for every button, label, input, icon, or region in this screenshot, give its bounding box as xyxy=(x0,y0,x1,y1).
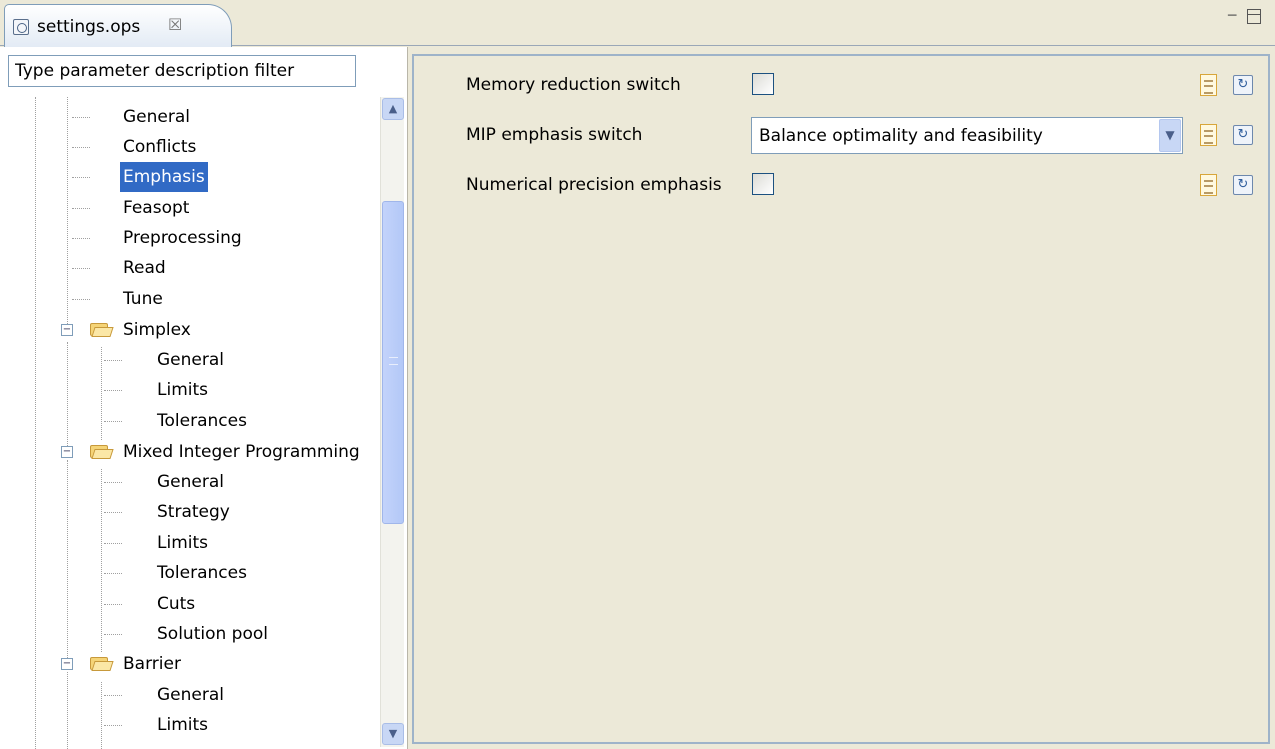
tree-item-conflicts[interactable]: Conflicts xyxy=(123,132,196,162)
tree-item-simplex-general[interactable]: General xyxy=(157,345,224,375)
tree-item-feasopt[interactable]: Feasopt xyxy=(123,193,189,223)
tree-item-mip-limits[interactable]: Limits xyxy=(157,528,208,558)
numerical-precision-checkbox[interactable] xyxy=(752,173,774,195)
collapse-toggle-barrier[interactable]: − xyxy=(61,658,73,670)
tree-scrollbar[interactable]: ▲ ▼ xyxy=(380,97,404,747)
scroll-up-button[interactable]: ▲ xyxy=(382,98,404,120)
tree-connector xyxy=(104,725,122,726)
tree-connector xyxy=(72,208,90,209)
doc-help-icon[interactable] xyxy=(1200,124,1217,146)
maximize-icon[interactable] xyxy=(1247,9,1261,24)
filter-input[interactable] xyxy=(8,55,356,87)
numerical-precision-label: Numerical precision emphasis xyxy=(466,175,722,195)
tree-connector xyxy=(72,238,90,239)
tree-connector xyxy=(104,634,122,635)
tree-item-general[interactable]: General xyxy=(123,102,190,132)
tree-item-preprocessing[interactable]: Preprocessing xyxy=(123,223,242,253)
tree-connector xyxy=(104,604,122,605)
tree-guide-line xyxy=(67,97,68,332)
memory-reduction-label: Memory reduction switch xyxy=(466,75,681,95)
doc-help-icon[interactable] xyxy=(1200,74,1217,96)
tree-connector xyxy=(104,512,122,513)
reset-default-icon[interactable]: ↻ xyxy=(1233,175,1253,195)
tree-folder-barrier[interactable]: Barrier xyxy=(123,649,181,679)
folder-icon xyxy=(90,321,114,337)
tree-item-mip-strategy[interactable]: Strategy xyxy=(157,497,230,527)
tree-guide-line xyxy=(101,682,102,749)
close-icon[interactable]: ☒ xyxy=(168,15,182,34)
tree-connector xyxy=(104,695,122,696)
tree-connector xyxy=(72,177,90,178)
reset-default-icon[interactable]: ↻ xyxy=(1233,125,1253,145)
tree-item-barrier-limits[interactable]: Limits xyxy=(157,710,208,740)
minimize-icon[interactable]: ─ xyxy=(1228,8,1236,24)
tree-item-mip-tolerances[interactable]: Tolerances xyxy=(157,558,247,588)
tree-item-mip-general[interactable]: General xyxy=(157,467,224,497)
tree-connector xyxy=(104,573,122,574)
memory-reduction-checkbox[interactable] xyxy=(752,73,774,95)
tree-folder-simplex[interactable]: Simplex xyxy=(123,315,191,345)
parameter-tree: General Conflicts Emphasis Feasopt Prepr… xyxy=(0,97,378,749)
tree-guide-line xyxy=(35,97,36,749)
tree-guide-line xyxy=(67,460,68,660)
folder-icon xyxy=(90,655,114,671)
mip-emphasis-label: MIP emphasis switch xyxy=(466,125,643,145)
parameter-editor-panel: Memory reduction switch ↻ MIP emphasis s… xyxy=(412,54,1270,744)
collapse-toggle-mip[interactable]: − xyxy=(61,446,73,458)
reset-default-icon[interactable]: ↻ xyxy=(1233,75,1253,95)
tree-item-tune[interactable]: Tune xyxy=(123,284,163,314)
editor-tab-bar: settings.ops ☒ ─ xyxy=(0,0,1275,47)
tree-connector xyxy=(72,299,90,300)
tree-connector xyxy=(72,147,90,148)
parameter-tree-panel: General Conflicts Emphasis Feasopt Prepr… xyxy=(0,47,408,749)
tree-item-barrier-general[interactable]: General xyxy=(157,680,224,710)
tree-connector xyxy=(104,390,122,391)
tree-guide-line xyxy=(101,347,102,440)
tree-item-read[interactable]: Read xyxy=(123,253,166,283)
mip-emphasis-value: Balance optimality and feasibility xyxy=(759,126,1043,146)
tree-guide-line xyxy=(67,342,68,450)
tree-connector xyxy=(104,543,122,544)
tree-item-simplex-limits[interactable]: Limits xyxy=(157,375,208,405)
chevron-down-icon[interactable]: ▼ xyxy=(1159,119,1181,152)
tree-connector xyxy=(72,268,90,269)
tree-connector xyxy=(104,421,122,422)
collapse-toggle-simplex[interactable]: − xyxy=(61,324,73,336)
tree-connector xyxy=(104,360,122,361)
tree-connector xyxy=(104,482,122,483)
tree-guide-line xyxy=(67,672,68,749)
tree-item-mip-solution-pool[interactable]: Solution pool xyxy=(157,619,268,649)
folder-icon xyxy=(90,443,114,459)
grip-icon xyxy=(389,357,398,365)
tree-item-emphasis[interactable]: Emphasis xyxy=(120,162,208,192)
tree-item-simplex-tolerances[interactable]: Tolerances xyxy=(157,406,247,436)
doc-help-icon[interactable] xyxy=(1200,174,1217,196)
tree-folder-mip[interactable]: Mixed Integer Programming xyxy=(123,437,360,467)
mip-emphasis-select[interactable]: Balance optimality and feasibility ▼ xyxy=(751,117,1183,154)
tree-guide-line xyxy=(101,469,102,652)
scroll-down-button[interactable]: ▼ xyxy=(382,723,404,745)
tab-title: settings.ops xyxy=(37,17,141,37)
file-settings-icon xyxy=(13,19,29,35)
tab-settings-ops[interactable]: settings.ops ☒ xyxy=(4,4,232,47)
tree-connector xyxy=(72,117,90,118)
tree-item-mip-cuts[interactable]: Cuts xyxy=(157,589,195,619)
scroll-thumb[interactable] xyxy=(382,201,404,524)
